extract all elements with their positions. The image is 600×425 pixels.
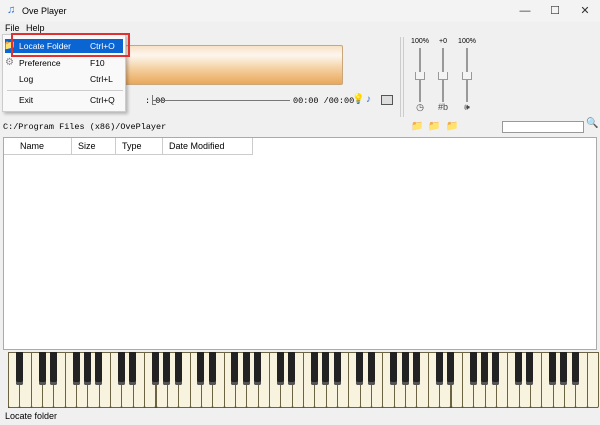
black-key[interactable] bbox=[163, 352, 171, 385]
menu-item-exit[interactable]: Exit Ctrl+Q bbox=[5, 93, 123, 107]
song-display bbox=[125, 45, 343, 85]
black-key[interactable] bbox=[174, 352, 182, 385]
black-key[interactable] bbox=[276, 352, 284, 385]
search-icon[interactable]: 🔍 bbox=[586, 118, 598, 129]
title-bar: ♫ Ove Player — ☐ ✕ bbox=[0, 0, 600, 22]
menu-separator bbox=[7, 90, 123, 91]
current-path: C:/Program Files (x86)/OvePlayer bbox=[3, 122, 167, 132]
highlight-box bbox=[11, 33, 130, 57]
black-key[interactable] bbox=[242, 352, 250, 385]
menu-help[interactable]: Help bbox=[26, 23, 45, 33]
black-key[interactable] bbox=[322, 352, 330, 385]
column-type[interactable]: Type bbox=[116, 138, 163, 154]
column-name[interactable]: Name bbox=[4, 138, 72, 154]
window-title: Ove Player bbox=[22, 6, 67, 16]
black-key[interactable] bbox=[152, 352, 159, 385]
black-key[interactable] bbox=[571, 352, 579, 385]
black-key[interactable] bbox=[288, 352, 296, 385]
black-key[interactable] bbox=[367, 352, 375, 385]
black-key[interactable] bbox=[83, 352, 91, 385]
search-input[interactable] bbox=[502, 121, 584, 133]
black-key[interactable] bbox=[469, 352, 477, 385]
menu-item-preference[interactable]: Preference F10 bbox=[5, 56, 123, 70]
speed-label: 100% bbox=[411, 38, 429, 45]
black-key[interactable] bbox=[401, 352, 409, 385]
black-key[interactable] bbox=[390, 352, 398, 385]
progress-handle[interactable] bbox=[152, 95, 156, 105]
transpose-icon: #b bbox=[437, 102, 448, 112]
black-key[interactable] bbox=[560, 352, 568, 385]
black-key[interactable] bbox=[310, 352, 318, 385]
black-key[interactable] bbox=[49, 352, 57, 385]
progress-slider[interactable] bbox=[152, 100, 290, 101]
black-key[interactable] bbox=[117, 352, 125, 385]
column-size[interactable]: Size bbox=[72, 138, 116, 154]
minimize-button[interactable]: — bbox=[510, 0, 540, 22]
close-button[interactable]: ✕ bbox=[570, 0, 600, 22]
piano-keyboard[interactable] bbox=[8, 352, 599, 408]
black-key[interactable] bbox=[356, 352, 364, 385]
black-key[interactable] bbox=[549, 352, 557, 385]
speed-icon: ◷ bbox=[416, 102, 424, 112]
black-key[interactable] bbox=[412, 352, 420, 385]
table-header: Name Size Type Date Modified bbox=[4, 138, 253, 155]
black-key[interactable] bbox=[333, 352, 341, 385]
black-key[interactable] bbox=[254, 352, 262, 385]
black-key[interactable] bbox=[129, 352, 137, 385]
menu-file[interactable]: File bbox=[5, 23, 20, 33]
black-key[interactable] bbox=[231, 352, 239, 385]
transpose-slider-thumb[interactable] bbox=[438, 72, 448, 80]
black-key[interactable] bbox=[38, 352, 46, 385]
menu-item-log[interactable]: Log Ctrl+L bbox=[5, 72, 123, 86]
black-key[interactable] bbox=[72, 352, 80, 385]
speed-slider-thumb[interactable] bbox=[415, 72, 425, 80]
status-text: Locate folder bbox=[5, 411, 58, 421]
volume-label: 100% bbox=[458, 38, 476, 45]
black-key[interactable] bbox=[526, 352, 534, 385]
keyboard-toggle-icon[interactable] bbox=[381, 95, 393, 105]
folder-back-icon[interactable]: 📁 bbox=[428, 121, 440, 132]
black-key[interactable] bbox=[447, 352, 454, 385]
note-icon[interactable]: ♪ bbox=[366, 94, 371, 105]
gear-icon: ⚙ bbox=[5, 57, 14, 68]
folder-forward-icon[interactable]: 📁 bbox=[446, 121, 458, 132]
black-key[interactable] bbox=[15, 352, 23, 385]
divider bbox=[400, 37, 404, 117]
total-time: 00:00 /00:00 bbox=[293, 96, 355, 106]
transpose-label: +0 bbox=[439, 38, 447, 45]
open-folder-icon[interactable]: 📁 bbox=[411, 121, 423, 132]
maximize-button[interactable]: ☐ bbox=[540, 0, 570, 22]
black-key[interactable] bbox=[492, 352, 500, 385]
white-key[interactable] bbox=[586, 352, 599, 408]
volume-slider-thumb[interactable] bbox=[462, 72, 472, 80]
black-key[interactable] bbox=[515, 352, 523, 385]
file-list[interactable]: Name Size Type Date Modified bbox=[3, 137, 597, 350]
black-key[interactable] bbox=[481, 352, 489, 385]
column-date-modified[interactable]: Date Modified bbox=[163, 138, 253, 154]
music-note-icon: ♫ bbox=[7, 4, 16, 16]
lightbulb-icon[interactable]: 💡 bbox=[352, 94, 364, 105]
volume-icon: 🕪 bbox=[464, 102, 470, 112]
black-key[interactable] bbox=[208, 352, 216, 385]
black-key[interactable] bbox=[435, 352, 443, 385]
black-key[interactable] bbox=[197, 352, 205, 385]
black-key[interactable] bbox=[95, 352, 103, 385]
